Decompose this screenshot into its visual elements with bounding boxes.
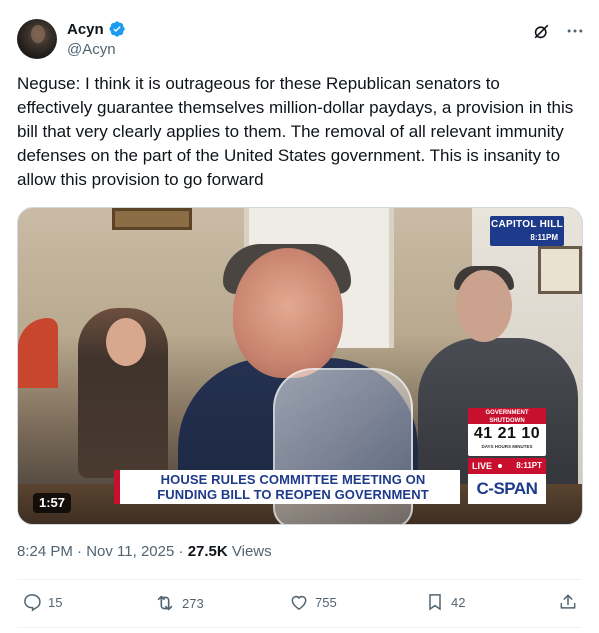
background-person-face (106, 318, 146, 366)
shutdown-clock-title: GOVERNMENT SHUTDOWN (468, 408, 546, 424)
shutdown-clock: GOVERNMENT SHUTDOWN 41 21 10 DAYS HOURS … (468, 408, 546, 456)
reply-count: 15 (48, 594, 63, 610)
heart-icon (291, 595, 307, 610)
bookmark-button[interactable]: 42 (425, 592, 465, 612)
author-display-name[interactable]: Acyn (67, 21, 104, 38)
share-icon (560, 594, 576, 609)
reply-icon (24, 594, 41, 612)
live-dot-icon (498, 464, 502, 468)
repost-button[interactable]: 273 (154, 592, 204, 614)
tweet-date[interactable]: Nov 11, 2025 (86, 543, 174, 560)
action-bar: 15 273 755 42 (17, 592, 582, 616)
bookmark-icon (429, 594, 441, 611)
like-count: 755 (315, 594, 337, 610)
repost-icon (157, 595, 173, 611)
background-person (18, 318, 58, 388)
network-badge: CAPITOL HILL 8:11PM (490, 216, 564, 246)
divider (17, 627, 582, 628)
meta-separator: · (178, 543, 184, 560)
meta-separator: · (77, 543, 83, 560)
divider (17, 579, 582, 580)
shutdown-clock-counter: 41 21 10 (473, 425, 541, 442)
tweet-meta: 8:24 PM · Nov 11, 2025 · 27.5K Views (17, 543, 272, 560)
author-info: Acyn @Acyn (67, 20, 126, 58)
views-label: Views (231, 543, 272, 560)
tweet-time[interactable]: 8:24 PM (17, 543, 73, 560)
verified-badge-icon (108, 20, 126, 38)
shutdown-clock-units: DAYS HOURS MINUTES (481, 444, 533, 449)
author-handle[interactable]: @Acyn (67, 41, 126, 58)
headline-line-2: FUNDING BILL TO REOPEN GOVERNMENT (157, 487, 429, 502)
video-player[interactable]: CAPITOL HILL 8:11PM GOVERNMENT SHUTDOWN … (17, 207, 583, 525)
channel-logo: C-SPAN (468, 474, 546, 504)
name-row: Acyn (67, 20, 126, 38)
video-duration: 1:57 (33, 493, 72, 513)
like-button[interactable]: 755 (289, 592, 337, 612)
tweet-text: Neguse: I think it is outrageous for the… (17, 74, 574, 189)
reply-button[interactable]: 15 (22, 592, 62, 612)
live-time: 8:11PT (516, 461, 542, 470)
grok-icon[interactable] (531, 21, 551, 41)
tweet-card: Acyn @Acyn Neguse: I think it is outrage… (0, 0, 599, 633)
background-person-face (456, 270, 512, 342)
headline-line-1: HOUSE RULES COMMITTEE MEETING ON (160, 472, 426, 487)
live-label: LIVE (472, 461, 493, 471)
speaker-face (233, 248, 343, 378)
tweet-header: Acyn @Acyn (17, 17, 585, 61)
bookmark-count: 42 (451, 594, 466, 610)
share-button[interactable] (558, 592, 578, 612)
network-badge-time: 8:11PM (530, 233, 558, 242)
live-badge: LIVE 8:11PT (468, 458, 546, 474)
wall-painting (112, 208, 192, 230)
views-count: 27.5K (187, 543, 228, 560)
header-actions (531, 21, 585, 41)
avatar[interactable] (17, 19, 57, 59)
network-badge-title: CAPITOL HILL (490, 219, 564, 230)
lower-third-headline: HOUSE RULES COMMITTEE MEETING ON FUNDING… (114, 470, 460, 504)
wall-frame (538, 246, 582, 294)
more-icon[interactable] (565, 21, 585, 41)
repost-count: 273 (182, 595, 204, 611)
